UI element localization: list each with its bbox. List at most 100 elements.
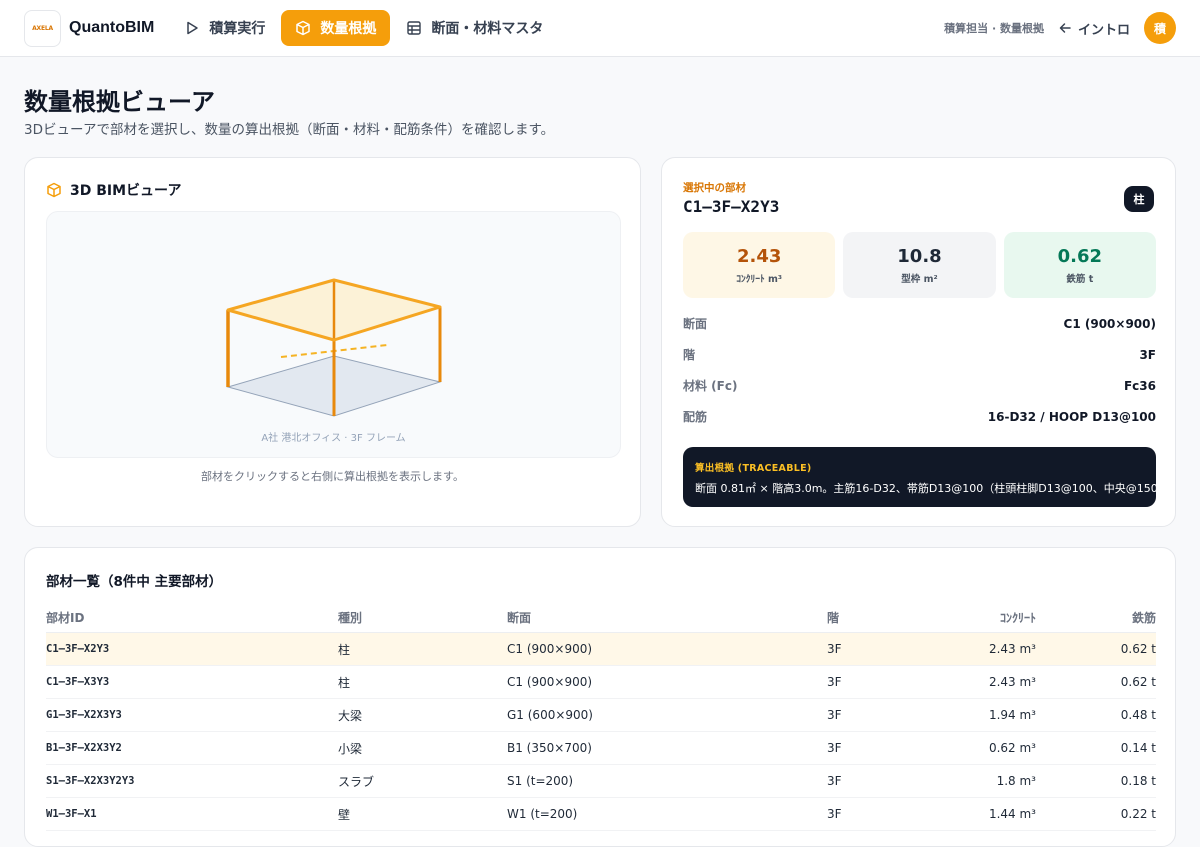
- cell-section: B1 (350×700): [507, 741, 592, 755]
- cell-concrete: 1.44 m³: [988, 807, 1036, 821]
- prop-reinforcement: 配筋 16-D32 / HOOP D13@100: [683, 401, 1156, 432]
- viewer-hint: 部材をクリックすると右側に算出根拠を表示します。: [201, 470, 464, 483]
- arrow-left-icon: [1059, 23, 1071, 33]
- cell-floor: 3F: [827, 642, 842, 656]
- main-nav: 積算実行 数量根拠 断面・材料マスタ: [174, 10, 553, 46]
- cell-section: S1 (t=200): [507, 774, 574, 788]
- col-header-kind: 種別: [338, 610, 363, 625]
- cell-rebar: 0.22 t: [1120, 807, 1156, 821]
- play-icon: [187, 21, 199, 35]
- stat-unit: ｺﾝｸﾘｰﾄ m³: [736, 273, 783, 285]
- table-row[interactable]: B1–3F–X2X3Y2 小梁 B1 (350×700) 3F 0.62 m³ …: [46, 732, 1156, 765]
- cell-rebar: 0.62 t: [1120, 642, 1156, 656]
- table-row[interactable]: C1–3F–X3Y3 柱 C1 (900×900) 3F 2.43 m³ 0.6…: [46, 666, 1156, 699]
- table-row[interactable]: S1–3F–X2X3Y2Y3 スラブ S1 (t=200) 3F 1.8 m³ …: [46, 765, 1156, 798]
- cell-rebar: 0.18 t: [1120, 774, 1156, 788]
- col-header-id: 部材ID: [46, 610, 85, 625]
- stat-rebar: 0.62 鉄筋 t: [1003, 232, 1156, 298]
- cell-section: W1 (t=200): [507, 807, 578, 821]
- cell-concrete: 2.43 m³: [988, 675, 1036, 689]
- prop-value: Fc36: [1123, 378, 1156, 393]
- cell-concrete: 2.43 m³: [988, 642, 1036, 656]
- prop-key: 配筋: [683, 410, 708, 424]
- member-type-badge: 柱: [1124, 186, 1154, 212]
- cell-kind: スラブ: [338, 774, 375, 789]
- prop-value: 3F: [1139, 347, 1156, 362]
- logo[interactable]: AXELA: [24, 9, 61, 47]
- page-subtitle: 3Dビューアで部材を選択し、数量の算出根拠（断面・材料・配筋条件）を確認します。: [24, 122, 555, 138]
- cell-kind: 柱: [338, 642, 351, 657]
- cell-rebar: 0.14 t: [1120, 741, 1156, 755]
- cell-id: W1–3F–X1: [46, 808, 97, 820]
- cell-floor: 3F: [827, 675, 842, 689]
- avatar[interactable]: 積: [1144, 12, 1176, 44]
- member-properties: 断面 C1 (900×900) 階 3F 材料 (Fc) Fc36 配筋 16-…: [683, 308, 1156, 432]
- bim-frame-model[interactable]: [47, 212, 622, 459]
- cell-floor: 3F: [827, 774, 842, 788]
- cell-floor: 3F: [827, 741, 842, 755]
- member-list-title: 部材一覧（8件中 主要部材）: [46, 574, 223, 590]
- nav-label: 断面・材料マスタ: [431, 21, 544, 37]
- prop-floor: 階 3F: [683, 339, 1156, 370]
- stat-concrete: 2.43 ｺﾝｸﾘｰﾄ m³: [683, 232, 836, 298]
- prop-key: 断面: [683, 317, 708, 331]
- cell-rebar: 0.48 t: [1120, 708, 1156, 722]
- top-bar: AXELA QuantoBIM 積算実行 数量根拠 断面・材料マスタ 積算担当 …: [0, 0, 1200, 57]
- bim-3d-canvas[interactable]: A社 港北オフィス · 3F フレーム: [46, 211, 621, 458]
- cell-id: B1–3F–X2X3Y2: [46, 742, 122, 754]
- viewer-title: 3D BIMビューア: [70, 183, 182, 199]
- stat-value: 10.8: [897, 245, 942, 267]
- prop-key: 階: [683, 348, 696, 362]
- cell-id: G1–3F–X2X3Y3: [46, 709, 122, 721]
- cell-id: C1–3F–X3Y3: [46, 676, 110, 688]
- viewer-caption: A社 港北オフィス · 3F フレーム: [261, 433, 406, 444]
- stat-unit: 鉄筋 t: [1066, 273, 1094, 285]
- user-role: 積算担当 · 数量根拠: [944, 22, 1044, 35]
- col-header-floor: 階: [827, 610, 840, 625]
- stat-unit: 型枠 m²: [901, 273, 938, 285]
- calculation-basis-panel: 算出根拠 (TRACEABLE) 断面 0.81㎡ × 階高3.0m。主筋16-…: [683, 447, 1169, 507]
- cell-concrete: 1.8 m³: [996, 774, 1036, 788]
- cell-concrete: 0.62 m³: [988, 741, 1036, 755]
- table-header: 部材ID 種別 断面 階 ｺﾝｸﾘｰﾄ 鉄筋: [46, 602, 1156, 633]
- brand-name: QuantoBIM: [69, 19, 155, 36]
- cell-kind: 大梁: [338, 708, 363, 723]
- nav-label: 数量根拠: [320, 21, 377, 37]
- cell-id: S1–3F–X2X3Y2Y3: [46, 775, 135, 787]
- nav-item-quantity-basis[interactable]: 数量根拠: [281, 10, 391, 46]
- nav-item-estimate-run[interactable]: 積算実行: [174, 10, 275, 46]
- intro-link[interactable]: イントロ: [1058, 19, 1130, 38]
- cell-floor: 3F: [827, 807, 842, 821]
- table-row[interactable]: W1–3F–X1 壁 W1 (t=200) 3F 1.44 m³ 0.22 t: [46, 798, 1156, 831]
- cell-concrete: 1.94 m³: [988, 708, 1036, 722]
- table-row[interactable]: C1–3F–X2Y3 柱 C1 (900×900) 3F 2.43 m³ 0.6…: [46, 633, 1156, 666]
- col-header-concrete: ｺﾝｸﾘｰﾄ: [999, 610, 1036, 625]
- col-header-rebar: 鉄筋: [1131, 610, 1156, 625]
- viewer-card: 3D BIMビューア A社 港北オフィス · 3F フレーム 部材をクリックする…: [24, 157, 641, 527]
- cube-icon: [296, 20, 311, 36]
- cell-rebar: 0.62 t: [1120, 675, 1156, 689]
- viewer-header: 3D BIMビューア: [46, 180, 182, 200]
- prop-section: 断面 C1 (900×900): [683, 308, 1156, 339]
- page-title: 数量根拠ビューア: [24, 88, 216, 116]
- nav-item-section-master[interactable]: 断面・材料マスタ: [396, 10, 553, 46]
- prop-value: 16-D32 / HOOP D13@100: [987, 409, 1156, 424]
- prop-value: C1 (900×900): [1063, 316, 1156, 331]
- selected-member-label: 選択中の部材: [683, 182, 746, 194]
- header-right: 積算担当 · 数量根拠 イントロ 積: [944, 12, 1176, 44]
- cell-section: C1 (900×900): [507, 675, 593, 689]
- quantity-stats: 2.43 ｺﾝｸﾘｰﾄ m³ 10.8 型枠 m² 0.62 鉄筋 t: [683, 232, 1156, 298]
- selected-member-id: C1–3F–X2Y3: [683, 197, 780, 216]
- table-row[interactable]: G1–3F–X2X3Y3 大梁 G1 (600×900) 3F 1.94 m³ …: [46, 699, 1156, 732]
- table-icon: [407, 21, 422, 35]
- logo-text: AXELA: [32, 24, 53, 32]
- prop-key: 材料 (Fc): [683, 379, 738, 393]
- stat-value: 2.43: [736, 245, 782, 267]
- cell-floor: 3F: [827, 708, 842, 722]
- cell-section: C1 (900×900): [507, 642, 593, 656]
- prop-material: 材料 (Fc) Fc36: [683, 370, 1156, 401]
- nav-label: 積算実行: [209, 21, 266, 37]
- col-header-section: 断面: [507, 610, 532, 625]
- trace-title: 算出根拠 (TRACEABLE): [695, 463, 812, 474]
- cell-kind: 小梁: [338, 741, 363, 756]
